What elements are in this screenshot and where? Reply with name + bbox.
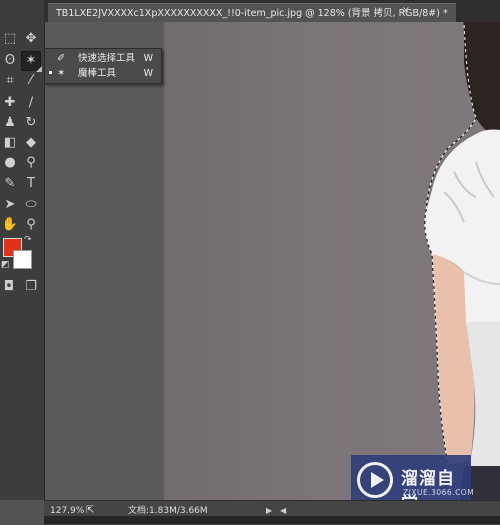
dodge-tool-icon[interactable]: ⚲ xyxy=(22,154,40,172)
screen-mode-icon[interactable]: ❐ xyxy=(22,278,40,296)
clone-stamp-icon[interactable]: ♟ xyxy=(1,114,19,132)
magic-wand-icon: ✶ xyxy=(57,68,66,79)
marquee-tool-icon[interactable]: ⬚ xyxy=(1,30,19,48)
blur-tool-icon[interactable]: ● xyxy=(1,154,19,172)
pen-tool-icon[interactable]: ✎ xyxy=(1,175,19,193)
background-color-swatch[interactable] xyxy=(13,250,32,269)
document-tab-bar: TB1LXE2JVXXXXc1XpXXXXXXXXXX_!!0-item_pic… xyxy=(44,0,500,23)
image-canvas[interactable] xyxy=(164,22,500,501)
healing-brush-icon[interactable]: ✚ xyxy=(1,94,19,112)
ellipse-tool-icon[interactable]: ⬭ xyxy=(22,196,40,214)
flyout-item-magic-wand[interactable]: ✶ 魔棒工具 W xyxy=(45,66,161,81)
hand-tool-icon[interactable]: ✋ xyxy=(1,216,19,234)
quick-mask-icon[interactable]: ◘ xyxy=(0,278,18,296)
document-tab-title: TB1LXE2JVXXXXc1XpXXXXXXXXXX_!!0-item_pic… xyxy=(56,8,448,19)
crop-tool-icon[interactable]: ⌗ xyxy=(1,72,19,90)
history-brush-icon[interactable]: ↻ xyxy=(22,114,40,132)
brush-tool-icon[interactable]: ∕ xyxy=(22,94,40,112)
flyout-item-shortcut: W xyxy=(143,53,153,64)
play-logo-icon xyxy=(357,462,393,498)
flyout-item-shortcut: W xyxy=(143,68,153,79)
photo-content xyxy=(424,22,500,501)
tab-close-icon[interactable]: × xyxy=(402,5,410,16)
watermark-url: ZIXUE.3066.COM xyxy=(403,488,475,497)
flyout-item-quick-selection[interactable]: ✐ 快速选择工具 W xyxy=(45,51,161,66)
lasso-tool-icon[interactable]: ʘ xyxy=(1,52,19,70)
tool-flyout-menu: ✐ 快速选择工具 W ✶ 魔棒工具 W xyxy=(44,48,162,84)
default-colors-icon[interactable]: ◩ xyxy=(1,260,10,270)
taskbar-strip xyxy=(44,516,500,524)
pasteboard xyxy=(45,22,164,501)
eraser-tool-icon[interactable]: ◧ xyxy=(1,134,19,152)
flyout-item-label: 快速选择工具 xyxy=(78,53,136,64)
zoom-tool-icon[interactable]: ⚲ xyxy=(22,216,40,234)
path-selection-icon[interactable]: ➤ xyxy=(1,196,19,214)
quick-selection-icon: ✐ xyxy=(57,53,66,64)
type-tool-icon[interactable]: T xyxy=(22,175,40,193)
move-tool-icon[interactable]: ✥ xyxy=(22,30,40,48)
eyedropper-tool-icon[interactable]: ⁄ xyxy=(22,72,40,90)
flyout-item-label: 魔棒工具 xyxy=(78,68,117,79)
paint-bucket-icon[interactable]: ◆ xyxy=(22,134,40,152)
magic-wand-tool-icon[interactable]: ✶ xyxy=(21,51,42,72)
selected-bullet-icon xyxy=(49,71,52,74)
tools-panel: ⬚ ✥ ʘ ✶ ⌗ ⁄ ✚ ∕ ♟ ↻ ◧ ◆ ● ⚲ ✎ T ➤ ⬭ ✋ ⚲ … xyxy=(0,0,45,500)
document-tab[interactable]: TB1LXE2JVXXXXc1XpXXXXXXXXXX_!!0-item_pic… xyxy=(48,3,456,23)
swap-colors-icon[interactable]: ↷ xyxy=(24,235,32,245)
